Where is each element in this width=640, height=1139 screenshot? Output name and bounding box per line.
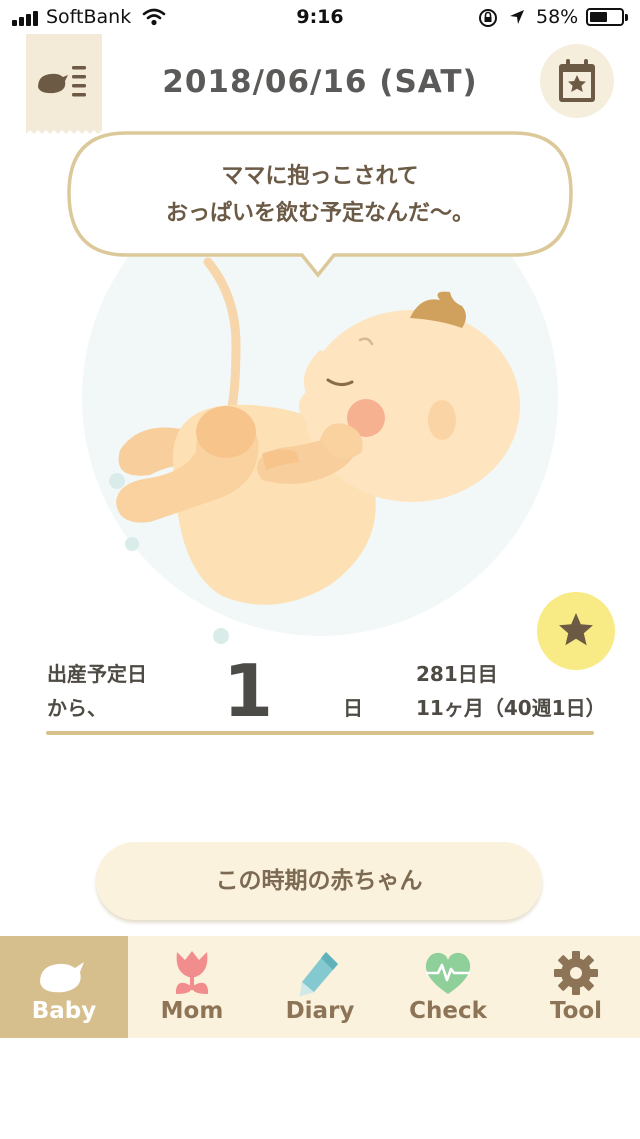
days-count: 1 bbox=[222, 649, 274, 733]
tab-label: Baby bbox=[31, 998, 97, 1024]
tab-tool[interactable]: Tool bbox=[512, 936, 640, 1038]
favorite-button[interactable] bbox=[537, 592, 615, 670]
divider bbox=[46, 731, 594, 735]
tulip-icon bbox=[176, 951, 208, 994]
bird-menu-icon bbox=[38, 66, 86, 97]
rotation-lock-icon bbox=[479, 9, 497, 27]
tab-baby[interactable]: Baby bbox=[0, 936, 128, 1038]
due-date-label-suffix: から、 bbox=[47, 696, 107, 720]
tab-diary[interactable]: Diary bbox=[256, 936, 384, 1038]
baby-this-period-button[interactable]: この時期の赤ちゃん bbox=[96, 842, 542, 920]
page-title: 2018/06/16 (SAT) bbox=[162, 64, 478, 100]
tab-label: Tool bbox=[549, 998, 603, 1024]
menu-button[interactable] bbox=[26, 34, 102, 134]
tab-label: Diary bbox=[285, 998, 355, 1024]
tab-bar: Baby Mom Diary Check Tool bbox=[0, 936, 640, 1038]
days-unit: 日 bbox=[343, 696, 363, 720]
status-bar: SoftBank 9:16 58% bbox=[0, 0, 640, 36]
calendar-star-icon bbox=[559, 59, 595, 102]
bird-icon bbox=[40, 962, 84, 993]
due-date-label: 出産予定日 bbox=[47, 662, 147, 686]
day-count: 281日目 bbox=[416, 662, 498, 686]
baby-age: 11ヶ月（40週1日） bbox=[416, 696, 606, 720]
pencil-icon bbox=[300, 952, 338, 996]
bubble-line-1: ママに抱っこされて bbox=[221, 164, 419, 189]
tab-check[interactable]: Check bbox=[384, 936, 512, 1038]
battery-percent: 58% bbox=[536, 6, 579, 28]
calendar-button[interactable] bbox=[540, 44, 614, 118]
speech-bubble-text: ママに抱っこされて おっぱいを飲む予定なんだ〜。 bbox=[80, 158, 560, 232]
tab-mom[interactable]: Mom bbox=[128, 936, 256, 1038]
battery-icon bbox=[586, 8, 628, 26]
heart-pulse-icon bbox=[425, 952, 471, 994]
bubble-line-2: おっぱいを飲む予定なんだ〜。 bbox=[165, 201, 474, 226]
star-icon bbox=[559, 613, 593, 646]
location-arrow-icon bbox=[510, 10, 524, 24]
tab-label: Mom bbox=[160, 998, 224, 1024]
tab-label: Check bbox=[409, 998, 487, 1024]
gear-icon bbox=[554, 951, 598, 995]
